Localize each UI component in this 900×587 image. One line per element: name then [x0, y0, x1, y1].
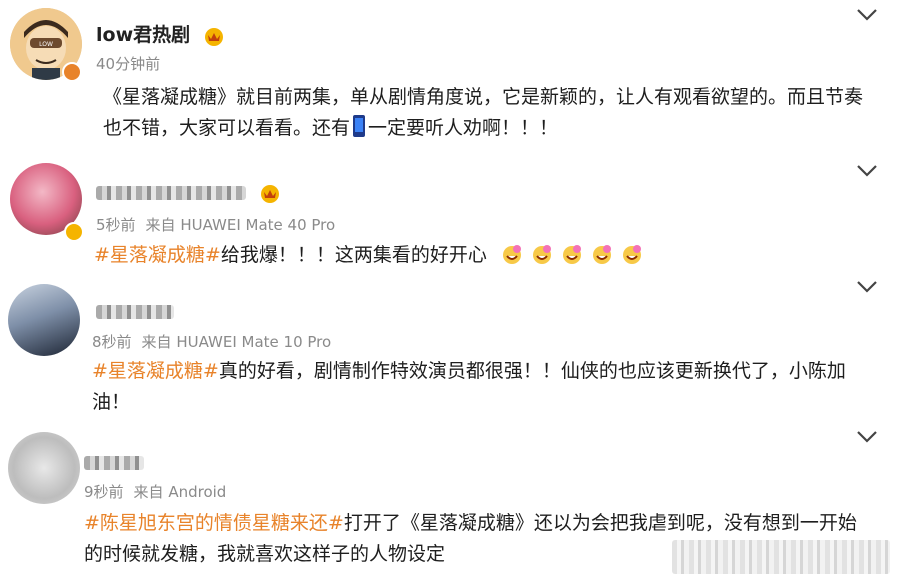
post-source: 来自 Android — [133, 483, 227, 501]
post-time: 5秒前 — [96, 216, 136, 234]
topic-tag[interactable]: #星落凝成糖# — [94, 244, 221, 266]
blurred-watermark — [672, 540, 890, 574]
post-text: #星落凝成糖#真的好看，剧情制作特效演员都很强！！仙侠的也应该更新换代了，小陈加… — [92, 360, 846, 413]
chevron-down-icon[interactable] — [856, 164, 878, 178]
flower-laugh-emoji-icon — [502, 245, 521, 264]
post-source: 来自 HUAWEI Mate 40 Pro — [145, 216, 336, 234]
verified-badge-icon — [64, 222, 84, 242]
topic-tag[interactable]: #陈星旭东宫的情债星糖来还# — [84, 512, 344, 534]
post-meta: 8秒前 来自 HUAWEI Mate 10 Pro — [92, 331, 331, 352]
avatar[interactable] — [8, 284, 80, 356]
vip-crown-icon — [260, 184, 279, 203]
flower-laugh-emoji-icon — [562, 245, 581, 264]
blurred-username — [84, 455, 144, 470]
post-time: 8秒前 — [92, 333, 132, 351]
verified-badge-icon — [62, 62, 82, 82]
post-text: #星落凝成糖#给我爆！！！这两集看的好开心 — [94, 240, 884, 271]
post-time: 40分钟前 — [96, 55, 161, 73]
emoji-row — [493, 244, 643, 266]
post-text: 《星落凝成糖》就目前两集，单从剧情角度说，它是新颖的，让人有观看欲望的。而且节奏… — [103, 86, 864, 139]
post-source: 来自 HUAWEI Mate 10 Pro — [141, 333, 332, 351]
phone-emoji-icon — [353, 115, 366, 137]
username[interactable] — [84, 451, 144, 473]
svg-text:LOW: LOW — [39, 41, 53, 48]
avatar[interactable] — [8, 432, 80, 504]
username[interactable] — [96, 181, 281, 203]
post-time: 9秒前 — [84, 483, 124, 501]
flower-laugh-emoji-icon — [622, 245, 641, 264]
post-meta: 5秒前 来自 HUAWEI Mate 40 Pro — [96, 214, 335, 235]
username[interactable] — [96, 300, 174, 322]
chevron-down-icon[interactable] — [856, 430, 878, 444]
topic-tag[interactable]: #星落凝成糖# — [92, 360, 219, 382]
username[interactable]: low君热剧 — [96, 20, 225, 47]
chevron-down-icon[interactable] — [856, 280, 878, 294]
flower-laugh-emoji-icon — [532, 245, 551, 264]
post-meta: 9秒前 来自 Android — [84, 481, 226, 502]
flower-laugh-emoji-icon — [592, 245, 611, 264]
chevron-down-icon[interactable] — [856, 8, 878, 22]
vip-crown-icon — [204, 27, 223, 46]
post-meta: 40分钟前 — [96, 53, 160, 74]
blurred-username — [96, 185, 246, 200]
blurred-username — [96, 304, 174, 319]
